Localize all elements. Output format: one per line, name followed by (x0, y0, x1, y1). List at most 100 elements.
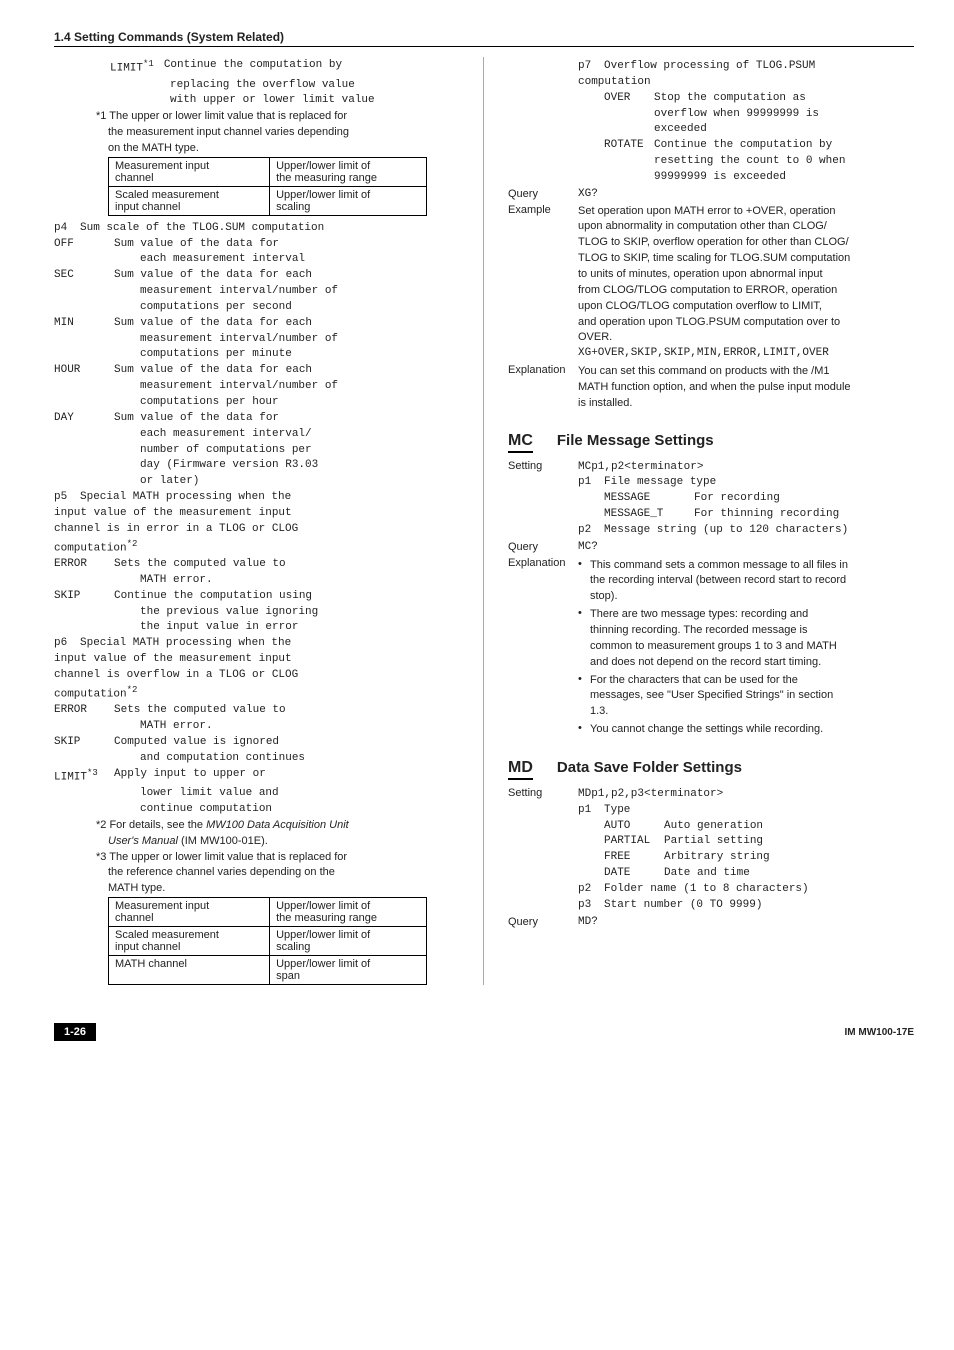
mc-b3-l2: messages, see "User Specified Strings" i… (590, 688, 914, 703)
mc-b1-l1: This command sets a common message to al… (590, 558, 914, 573)
md-setting-val: MDp1,p2,p3<terminator> (578, 787, 914, 802)
p6-t4: computation*2 (54, 684, 463, 703)
ex-l4: TLOG to SKIP, time scaling for TLOG.SUM … (578, 251, 914, 266)
md-p2-code: p2 (578, 882, 604, 897)
page-number: 1-26 (54, 1023, 96, 1041)
md-p1-code: p1 (578, 803, 604, 818)
limit-label: LIMIT*1 (110, 58, 154, 77)
md-p1-o2l: Partial setting (664, 834, 763, 849)
md-setting-row: Setting MDp1,p2,p3<terminator> p1Type AU… (508, 786, 914, 914)
p4-code: p4 (54, 221, 80, 236)
p4-min-l3: computations per minute (140, 347, 463, 362)
mc-p1-o2l: For thinning recording (694, 507, 839, 522)
ex-l8: and operation upon TLOG.PSUM computation… (578, 315, 914, 330)
mc-expl-row: Explanation • This command sets a common… (508, 556, 914, 739)
xg-example-label: Example (508, 203, 578, 362)
md-p3-title: Start number (0 TO 9999) (604, 898, 762, 913)
xg-expl-label: Explanation (508, 363, 578, 412)
limit-l2: replacing the overflow value (170, 78, 463, 93)
t2r2c2: Upper/lower limit ofscaling (270, 927, 427, 956)
ex-l2: upon abnormality in computation other th… (578, 219, 914, 234)
p4-off: OFFSum value of the data for (54, 237, 463, 252)
p4-day: DAYSum value of the data for (54, 411, 463, 426)
limit-l3: with upper or lower limit value (170, 93, 463, 108)
md-heading: MD Data Save Folder Settings (508, 759, 914, 780)
xg-query-value: XG? (578, 187, 914, 202)
note1-a: *1 The upper or lower limit value that i… (96, 109, 463, 124)
doc-id: IM MW100-17E (845, 1027, 914, 1038)
t1r2c2: Upper/lower limit ofscaling (270, 186, 427, 215)
p6-skip: SKIPComputed value is ignored (54, 735, 463, 750)
p7-code: p7 (578, 59, 604, 74)
md-query-label: Query (508, 915, 578, 930)
mc-b2-l3: common to measurement groups 1 to 3 and … (590, 639, 914, 654)
t2r3c1: MATH channel (109, 956, 270, 985)
p5-error: ERRORSets the computed value to (54, 557, 463, 572)
xp-l1: You can set this command on products wit… (578, 364, 914, 379)
mc-b2-l2: thinning recording. The recorded message… (590, 623, 914, 638)
xp-l3: is installed. (578, 396, 914, 411)
mc-code: MC (508, 432, 533, 453)
md-query-row: Query MD? (508, 915, 914, 930)
p7-t2: computation (578, 75, 914, 90)
p5-skip: SKIPContinue the computation using (54, 589, 463, 604)
mc-b3-l3: 1.3. (590, 704, 914, 719)
note2-b: User's Manual (IM MW100-01E). (108, 834, 463, 849)
md-p1-o3l: Arbitrary string (664, 850, 770, 865)
mc-setting-label: Setting (508, 459, 578, 539)
note3-a: *3 The upper or lower limit value that i… (96, 850, 463, 865)
xg-example-row: Example Set operation upon MATH error to… (508, 203, 914, 362)
p6-limit-l2: lower limit value and (140, 786, 463, 801)
md-p1-o3k: FREE (604, 850, 664, 865)
t2r3c2: Upper/lower limit ofspan (270, 956, 427, 985)
mc-b2-l1: There are two message types: recording a… (590, 607, 914, 622)
blank-key (508, 58, 578, 186)
p6-error: ERRORSets the computed value to (54, 703, 463, 718)
md-p1-o4l: Date and time (664, 866, 750, 881)
mc-p1-o1k: MESSAGE (604, 491, 694, 506)
footer: 1-26 IM MW100-17E (54, 1023, 914, 1041)
p7-over-l2: overflow when 99999999 is (654, 107, 914, 122)
mc-b1-l3: stop). (590, 589, 914, 604)
p4-day-l3: number of computations per (140, 443, 463, 458)
mc-b1-l2: the recording interval (between record s… (590, 573, 914, 588)
p5-skip-l3: the input value in error (140, 620, 463, 635)
note2: *2 For details, see the MW100 Data Acqui… (96, 818, 463, 833)
mc-query-row: Query MC? (508, 540, 914, 555)
note1-b: the measurement input channel varies dep… (108, 125, 463, 140)
t2r1c2: Upper/lower limit ofthe measuring range (270, 898, 427, 927)
p4-title: Sum scale of the TLOG.SUM computation (80, 221, 324, 236)
note3-b: the reference channel varies depending o… (108, 865, 463, 880)
p6-limit-l3: continue computation (140, 802, 463, 817)
bullet-icon: • (578, 606, 590, 670)
bullet-icon: • (578, 721, 590, 738)
p4-min-l2: measurement interval/number of (140, 332, 463, 347)
p4-hour-l2: measurement interval/number of (140, 379, 463, 394)
p4-hour-l3: computations per hour (140, 395, 463, 410)
p4-day-l5: or later) (140, 474, 463, 489)
ex-l6: from CLOG/TLOG computation to ERROR, ope… (578, 283, 914, 298)
p7-over-k: OVER (604, 91, 654, 106)
note1-c: on the MATH type. (108, 141, 463, 156)
limits-table-1: Measurement inputchannel Upper/lower lim… (108, 157, 427, 216)
limit-l1: Continue the computation by (164, 58, 342, 77)
md-query-val: MD? (578, 915, 914, 930)
p6-t3: channel is overflow in a TLOG or CLOG (54, 668, 463, 683)
mc-p1-o1l: For recording (694, 491, 780, 506)
p5-t2: input value of the measurement input (54, 506, 463, 521)
p4-sec-l3: computations per second (140, 300, 463, 315)
p6-code: p6 (54, 636, 80, 651)
xg-query-label: Query (508, 187, 578, 202)
mc-b2-l4: and does not depend on the record start … (590, 655, 914, 670)
mc-heading: MC File Message Settings (508, 432, 914, 453)
t1r1c1: Measurement inputchannel (109, 157, 270, 186)
md-p2-title: Folder name (1 to 8 characters) (604, 882, 809, 897)
p5-t4: computation*2 (54, 538, 463, 557)
xp-l2: MATH function option, and when the pulse… (578, 380, 914, 395)
mc-expl-label: Explanation (508, 556, 578, 739)
mc-b3-l1: For the characters that can be used for … (590, 673, 914, 688)
p5-skip-l2: the previous value ignoring (140, 605, 463, 620)
bullet-icon: • (578, 672, 590, 721)
xg-query-row: Query XG? (508, 187, 914, 202)
p6-head: p6 Special MATH processing when the (54, 636, 463, 651)
